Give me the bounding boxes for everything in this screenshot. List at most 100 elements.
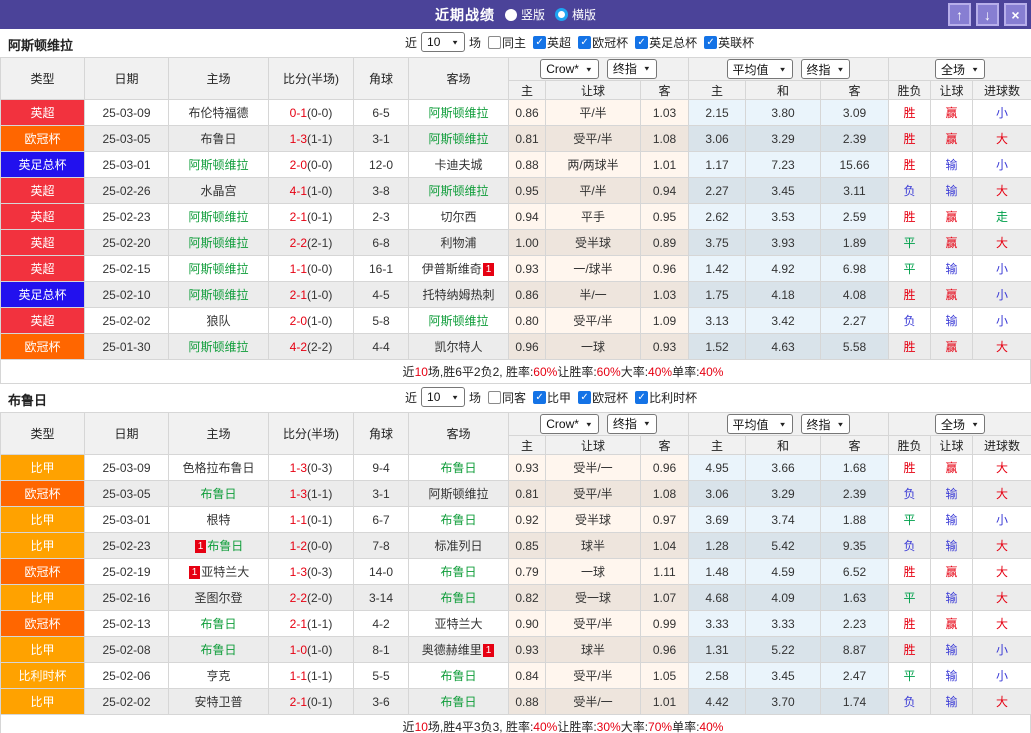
avg-draw-odds: 3.66 xyxy=(746,455,821,481)
result-handicap: 赢 xyxy=(931,559,973,585)
league-filter-1-1-checkbox[interactable]: ✓ xyxy=(578,391,591,404)
league-filter-0-1-checkbox[interactable]: ✓ xyxy=(578,36,591,49)
avg-home-odds: 3.06 xyxy=(689,481,746,507)
odds-time-select-1a-value: 终指 xyxy=(613,415,637,432)
crow-home-odds: 0.86 xyxy=(509,282,546,308)
league-badge: 比甲 xyxy=(1,585,85,611)
score: 0-1(0-0) xyxy=(269,100,354,126)
move-up-button[interactable]: ↑ xyxy=(948,3,971,26)
crow-away-odds: 0.96 xyxy=(641,256,689,282)
crow-home-odds: 0.84 xyxy=(509,663,546,689)
league-filter-0-2-checkbox[interactable]: ✓ xyxy=(635,36,648,49)
home-team-name: 布鲁日 xyxy=(200,643,236,657)
match-date: 25-02-15 xyxy=(85,256,169,282)
result-outcome: 胜 xyxy=(889,204,931,230)
avg-away-odds: 9.35 xyxy=(821,533,889,559)
handicap-line: 受平/半 xyxy=(546,481,641,507)
avg-home-odds: 3.06 xyxy=(689,126,746,152)
same-venue-filter-1-checkbox[interactable] xyxy=(488,391,501,404)
league-filter-1-1[interactable]: ✓欧冠杯 xyxy=(578,389,628,406)
home-team: 阿斯顿维拉 xyxy=(169,204,269,230)
avg-away-odds: 2.47 xyxy=(821,663,889,689)
close-button[interactable]: × xyxy=(1004,3,1027,26)
league-filter-0-0-checkbox[interactable]: ✓ xyxy=(533,36,546,49)
avg-away-odds: 6.52 xyxy=(821,559,889,585)
league-filter-1-2[interactable]: ✓比利时杯 xyxy=(635,389,697,406)
match-date: 25-02-20 xyxy=(85,230,169,256)
result-handicap: 赢 xyxy=(931,282,973,308)
match-row: 英足总杯 25-03-01 阿斯顿维拉 2-0(0-0) 12-0 卡迪夫城 0… xyxy=(1,152,1031,178)
league-filter-1-0-checkbox[interactable]: ✓ xyxy=(533,391,546,404)
score: 1-1(1-1) xyxy=(269,663,354,689)
match-row: 英超 25-02-15 阿斯顿维拉 1-1(0-0) 16-1 伊普斯维奇1 0… xyxy=(1,256,1031,282)
sub-column-header-7: 让球 xyxy=(931,436,973,455)
average-select-0[interactable]: 平均值▼ xyxy=(727,59,793,79)
league-filter-1-2-checkbox[interactable]: ✓ xyxy=(635,391,648,404)
scope-select-1[interactable]: 全场▼ xyxy=(935,414,985,434)
corners: 7-8 xyxy=(354,533,409,559)
avg-draw-odds: 5.22 xyxy=(746,637,821,663)
sub-column-header-1: 让球 xyxy=(546,81,641,100)
away-team: 奥德赫维里1 xyxy=(409,637,509,663)
crow-home-odds: 0.79 xyxy=(509,559,546,585)
league-filter-1-0[interactable]: ✓比甲 xyxy=(533,389,571,406)
layout-radio-vertical[interactable]: 竖版 xyxy=(505,6,545,23)
corners: 6-7 xyxy=(354,507,409,533)
handicap-line: 受平/半 xyxy=(546,126,641,152)
radio-horizontal-icon[interactable] xyxy=(555,8,568,21)
bookmaker-select-1[interactable]: Crow*▼ xyxy=(540,414,599,434)
home-team: 亨克 xyxy=(169,663,269,689)
avg-draw-odds: 7.23 xyxy=(746,152,821,178)
page-title: 近期战绩 xyxy=(435,5,495,25)
result-goals: 小 xyxy=(973,282,1031,308)
odds-time-select-0a[interactable]: 终指▼ xyxy=(607,59,657,79)
league-badge: 英超 xyxy=(1,256,85,282)
match-date: 25-02-06 xyxy=(85,663,169,689)
match-date: 25-02-26 xyxy=(85,178,169,204)
odds-time-select-1b[interactable]: 终指▼ xyxy=(801,414,851,434)
radio-vertical-icon[interactable] xyxy=(505,9,517,21)
sub-column-header-1: 让球 xyxy=(546,436,641,455)
league-filter-0-1[interactable]: ✓欧冠杯 xyxy=(578,34,628,51)
result-goals: 大 xyxy=(973,178,1031,204)
result-handicap: 赢 xyxy=(931,334,973,360)
league-filter-0-2-label: 英足总杯 xyxy=(649,34,697,51)
column-header-3: 比分(半场) xyxy=(269,413,354,455)
league-filter-0-2[interactable]: ✓英足总杯 xyxy=(635,34,697,51)
same-venue-filter-1[interactable]: 同客 xyxy=(488,389,526,406)
result-handicap: 赢 xyxy=(931,204,973,230)
avg-draw-odds: 3.74 xyxy=(746,507,821,533)
handicap-line: 球半 xyxy=(546,533,641,559)
average-select-1[interactable]: 平均值▼ xyxy=(727,414,793,434)
avg-home-odds: 3.33 xyxy=(689,611,746,637)
league-filter-0-0[interactable]: ✓英超 xyxy=(533,34,571,51)
sub-column-header-6: 胜负 xyxy=(889,436,931,455)
away-team: 凯尔特人 xyxy=(409,334,509,360)
games-label: 场 xyxy=(469,34,481,51)
bookmaker-select-0[interactable]: Crow*▼ xyxy=(540,59,599,79)
odds-time-select-0b[interactable]: 终指▼ xyxy=(801,59,851,79)
bookmaker-header-group: Crow*▼ 终指▼ xyxy=(509,58,689,81)
chevron-down-icon: ▼ xyxy=(779,65,787,72)
layout-radio-horizontal[interactable]: 横版 xyxy=(555,6,596,23)
match-count-select-0[interactable]: 10▼ xyxy=(421,32,465,52)
home-team: 色格拉布鲁日 xyxy=(169,455,269,481)
corners: 5-5 xyxy=(354,663,409,689)
match-row: 英超 25-02-26 水晶宫 4-1(1-0) 3-8 阿斯顿维拉 0.95 … xyxy=(1,178,1031,204)
odds-time-select-1a[interactable]: 终指▼ xyxy=(607,414,657,434)
move-down-button[interactable]: ↓ xyxy=(976,3,999,26)
scope-select-0[interactable]: 全场▼ xyxy=(935,59,985,79)
crow-away-odds: 1.08 xyxy=(641,481,689,507)
results-table: 类型日期主场比分(半场)角球客场 Crow*▼终指▼ 平均值▼终指▼ 全场▼ 主… xyxy=(0,412,1031,715)
crow-away-odds: 0.93 xyxy=(641,334,689,360)
league-filter-0-3[interactable]: ✓英联杯 xyxy=(704,34,754,51)
radio-horizontal-label: 横版 xyxy=(572,6,596,23)
same-venue-filter-0-checkbox[interactable] xyxy=(488,36,501,49)
away-team: 托特纳姆热刺 xyxy=(409,282,509,308)
team-name-title: 阿斯顿维拉 xyxy=(8,35,73,54)
avg-away-odds: 5.58 xyxy=(821,334,889,360)
match-count-select-1[interactable]: 10▼ xyxy=(421,387,465,407)
same-venue-filter-0[interactable]: 同主 xyxy=(488,34,526,51)
away-team-name: 布鲁日 xyxy=(440,669,476,683)
league-filter-0-3-checkbox[interactable]: ✓ xyxy=(704,36,717,49)
